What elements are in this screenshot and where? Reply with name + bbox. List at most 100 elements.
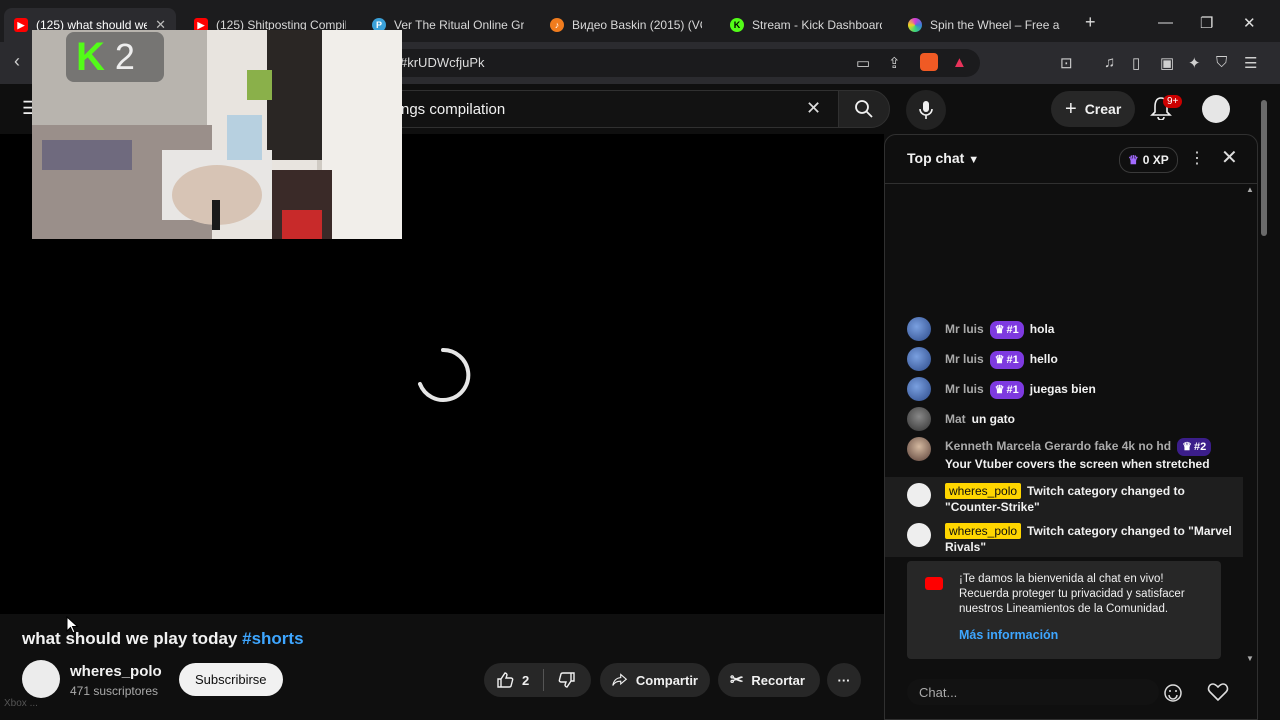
share-button[interactable]: Compartir [600,663,710,697]
new-tab-button[interactable]: + [1085,12,1096,33]
thumbs-up-icon [497,672,514,688]
user-avatar[interactable] [907,483,931,507]
youtube-icon [925,577,943,590]
more-actions-button[interactable]: ··· [827,663,861,697]
live-chat-panel: Top chat ▼ ♛ 0 XP ⋮ ✕ Mr luis ♛ #1 hola Mr … [884,134,1258,720]
chat-message: Mr luis ♛ #1 juegas bien [907,377,1237,401]
close-window-button[interactable]: ✕ [1243,14,1256,32]
search-icon [855,100,873,118]
message-text: juegas bien [1029,382,1096,396]
chat-message: Mr luis ♛ #1 hello [907,347,1237,371]
search-query: ngs compilation [401,101,506,118]
page-scrollbar[interactable] [1258,100,1270,720]
kick-viewer-badge: K 2 [66,32,164,82]
share-page-icon[interactable]: ⇪ [888,54,901,72]
emoji-icon[interactable] [1163,683,1183,703]
chat-rank-badge: ♛ #2 [1177,438,1212,456]
tab-title: Spin the Wheel – Free and [930,18,1060,32]
hashtag-link[interactable]: #shorts [242,629,303,648]
music-icon[interactable]: ♫ [1104,54,1115,71]
user-avatar[interactable] [907,437,931,461]
chat-header: Top chat ▼ ♛ 0 XP ⋮ ✕ [885,135,1257,184]
brave-shield-icon[interactable] [920,53,938,71]
sidebar-icon[interactable]: ▯ [1132,54,1140,72]
badge-rank: #2 [1193,441,1207,453]
screenshot-icon[interactable]: ⊡ [1060,54,1073,72]
url-text: #krUDWcfjuPk [400,55,485,70]
menu-icon[interactable]: ☰ [1244,54,1257,72]
user-avatar[interactable] [907,317,931,341]
chat-close-icon[interactable]: ✕ [1221,145,1238,170]
message-text: un gato [971,412,1015,426]
kick-logo: K [76,35,105,79]
system-message: wheres_polo Twitch category changed to "M… [907,523,1237,555]
chat-rank-badge: ♛ #1 [989,381,1024,399]
like-button[interactable]: 2 [496,671,529,689]
mouse-cursor-icon [66,616,79,634]
badge-rank: #1 [1006,354,1019,366]
share-arrow-icon [612,673,628,686]
channel-name[interactable]: wheres_polo [70,663,162,680]
chat-rank-badge: ♛ #1 [989,321,1024,339]
crown-icon: ♛ [994,384,1005,396]
like-dislike-group: 2 [484,663,591,697]
cast-icon[interactable]: ▭ [856,54,870,72]
scrollbar-thumb[interactable] [1261,100,1267,236]
chat-scroll-up-icon[interactable]: ▲ [1246,185,1254,194]
minimize-button[interactable]: — [1158,14,1173,31]
learn-more-link[interactable]: Más información [959,628,1058,642]
message-author[interactable]: wheres_polo [945,483,1022,499]
leo-ai-icon[interactable]: ✦ [1188,54,1201,72]
chat-mode-dropdown[interactable]: Top chat ▼ [907,150,979,166]
create-label: Crear [1084,101,1122,117]
clip-button[interactable]: ✂ Recortar [718,663,820,697]
clear-search-icon[interactable]: ✕ [806,98,821,119]
message-author[interactable]: Mat [945,412,966,426]
more-dots-icon: ··· [837,672,851,688]
search-input[interactable]: ngs compilation [380,90,840,128]
chat-scroll-down-icon[interactable]: ▼ [1246,654,1254,663]
message-text: Your Vtuber covers the screen when stret… [945,457,1210,471]
message-text: hola [1029,322,1055,336]
badge-rank: #1 [1006,324,1019,336]
user-avatar[interactable] [907,347,931,371]
message-author[interactable]: Mr luis [945,382,984,396]
xp-pill[interactable]: ♛ 0 XP [1119,147,1178,173]
chat-message: Kenneth Marcela Gerardo fake 4k no hd ♛ #2… [907,437,1237,472]
maximize-button[interactable]: ❐ [1200,14,1213,32]
crown-icon: ♛ [1128,153,1139,167]
user-avatar[interactable] [907,407,931,431]
message-author[interactable]: Kenneth Marcela Gerardo fake 4k no hd [945,439,1171,453]
wallet-icon[interactable]: ▣ [1160,54,1174,72]
create-button[interactable]: + Crear [1051,91,1136,127]
video-title: what should we play today #shorts [22,629,304,649]
crown-icon: ♛ [994,324,1005,336]
loading-spinner-icon [418,347,471,402]
chat-kebab-menu-icon[interactable]: ⋮ [1189,148,1205,168]
vpn-shield-icon[interactable]: ⛉ [1216,54,1227,71]
brave-rewards-icon[interactable]: ▲ [952,54,967,71]
kick-icon: K [730,18,744,32]
chat-input[interactable]: Chat... [907,679,1159,705]
chevron-down-icon: ▼ [968,154,980,166]
channel-avatar[interactable] [22,660,60,698]
heart-icon[interactable] [1207,682,1229,702]
subscribe-button[interactable]: Subscribirse [179,663,283,696]
system-message: wheres_polo Twitch category changed to "C… [907,483,1237,515]
back-arrow-icon[interactable]: ‹ [14,51,20,72]
tab-kick-dashboard[interactable]: K Stream - Kick Dashboard [720,8,892,42]
message-author[interactable]: Mr luis [945,352,984,366]
user-avatar[interactable] [907,523,931,547]
account-avatar[interactable] [1202,95,1230,123]
tab-baskin[interactable]: ♪ Видео Baskin (2015) (VOSE [540,8,712,42]
tab-spin-the-wheel[interactable]: Spin the Wheel – Free and [898,8,1070,42]
thumbs-down-icon[interactable] [558,671,576,689]
message-author[interactable]: wheres_polo [945,523,1022,539]
search-button[interactable] [838,90,890,128]
message-author[interactable]: Mr luis [945,322,984,336]
crown-icon: ♛ [1182,441,1192,453]
wheel-icon [908,18,922,32]
voice-search-button[interactable] [906,90,946,130]
like-count: 2 [522,672,530,688]
user-avatar[interactable] [907,377,931,401]
